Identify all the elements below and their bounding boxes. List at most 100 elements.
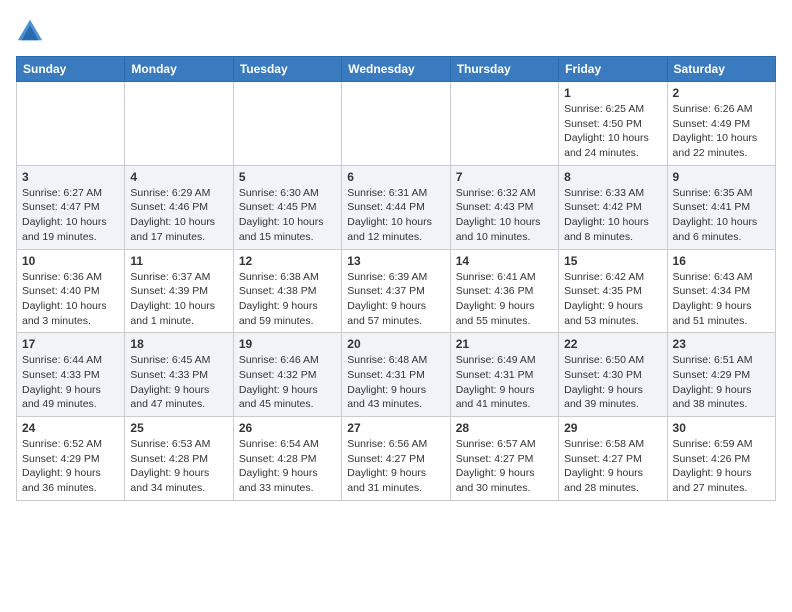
calendar-cell: 15 Sunrise: 6:42 AM Sunset: 4:35 PM Dayli… xyxy=(559,249,667,333)
calendar-cell: 20 Sunrise: 6:48 AM Sunset: 4:31 PM Dayli… xyxy=(342,333,450,417)
day-number: 10 xyxy=(22,254,119,268)
day-number: 20 xyxy=(347,337,444,351)
calendar-cell: 14 Sunrise: 6:41 AM Sunset: 4:36 PM Dayli… xyxy=(450,249,558,333)
day-info: Sunrise: 6:44 AM Sunset: 4:33 PM Dayligh… xyxy=(22,353,119,412)
calendar-cell: 12 Sunrise: 6:38 AM Sunset: 4:38 PM Dayli… xyxy=(233,249,341,333)
calendar-cell: 6 Sunrise: 6:31 AM Sunset: 4:44 PM Daylig… xyxy=(342,165,450,249)
calendar-cell: 19 Sunrise: 6:46 AM Sunset: 4:32 PM Dayli… xyxy=(233,333,341,417)
calendar-cell: 29 Sunrise: 6:58 AM Sunset: 4:27 PM Dayli… xyxy=(559,417,667,501)
day-number: 9 xyxy=(673,170,770,184)
day-number: 30 xyxy=(673,421,770,435)
day-info: Sunrise: 6:48 AM Sunset: 4:31 PM Dayligh… xyxy=(347,353,444,412)
logo-icon xyxy=(16,16,44,44)
day-number: 19 xyxy=(239,337,336,351)
day-number: 8 xyxy=(564,170,661,184)
calendar-cell: 28 Sunrise: 6:57 AM Sunset: 4:27 PM Dayli… xyxy=(450,417,558,501)
day-info: Sunrise: 6:49 AM Sunset: 4:31 PM Dayligh… xyxy=(456,353,553,412)
calendar-cell: 8 Sunrise: 6:33 AM Sunset: 4:42 PM Daylig… xyxy=(559,165,667,249)
weekday-header-thursday: Thursday xyxy=(450,57,558,82)
calendar-cell: 26 Sunrise: 6:54 AM Sunset: 4:28 PM Dayli… xyxy=(233,417,341,501)
calendar-cell: 7 Sunrise: 6:32 AM Sunset: 4:43 PM Daylig… xyxy=(450,165,558,249)
day-info: Sunrise: 6:41 AM Sunset: 4:36 PM Dayligh… xyxy=(456,270,553,329)
calendar-cell: 3 Sunrise: 6:27 AM Sunset: 4:47 PM Daylig… xyxy=(17,165,125,249)
day-number: 4 xyxy=(130,170,227,184)
day-info: Sunrise: 6:42 AM Sunset: 4:35 PM Dayligh… xyxy=(564,270,661,329)
weekday-header-wednesday: Wednesday xyxy=(342,57,450,82)
day-info: Sunrise: 6:58 AM Sunset: 4:27 PM Dayligh… xyxy=(564,437,661,496)
calendar-cell xyxy=(125,82,233,166)
day-info: Sunrise: 6:50 AM Sunset: 4:30 PM Dayligh… xyxy=(564,353,661,412)
day-number: 22 xyxy=(564,337,661,351)
calendar: SundayMondayTuesdayWednesdayThursdayFrid… xyxy=(16,56,776,501)
day-info: Sunrise: 6:39 AM Sunset: 4:37 PM Dayligh… xyxy=(347,270,444,329)
calendar-cell xyxy=(342,82,450,166)
day-info: Sunrise: 6:31 AM Sunset: 4:44 PM Dayligh… xyxy=(347,186,444,245)
day-info: Sunrise: 6:27 AM Sunset: 4:47 PM Dayligh… xyxy=(22,186,119,245)
day-number: 13 xyxy=(347,254,444,268)
day-info: Sunrise: 6:46 AM Sunset: 4:32 PM Dayligh… xyxy=(239,353,336,412)
calendar-cell: 1 Sunrise: 6:25 AM Sunset: 4:50 PM Daylig… xyxy=(559,82,667,166)
day-number: 18 xyxy=(130,337,227,351)
day-number: 26 xyxy=(239,421,336,435)
day-info: Sunrise: 6:38 AM Sunset: 4:38 PM Dayligh… xyxy=(239,270,336,329)
calendar-cell: 27 Sunrise: 6:56 AM Sunset: 4:27 PM Dayli… xyxy=(342,417,450,501)
calendar-cell: 2 Sunrise: 6:26 AM Sunset: 4:49 PM Daylig… xyxy=(667,82,775,166)
weekday-header-tuesday: Tuesday xyxy=(233,57,341,82)
calendar-cell: 24 Sunrise: 6:52 AM Sunset: 4:29 PM Dayli… xyxy=(17,417,125,501)
weekday-header-sunday: Sunday xyxy=(17,57,125,82)
calendar-cell: 18 Sunrise: 6:45 AM Sunset: 4:33 PM Dayli… xyxy=(125,333,233,417)
day-info: Sunrise: 6:45 AM Sunset: 4:33 PM Dayligh… xyxy=(130,353,227,412)
day-info: Sunrise: 6:35 AM Sunset: 4:41 PM Dayligh… xyxy=(673,186,770,245)
calendar-cell xyxy=(233,82,341,166)
calendar-cell: 21 Sunrise: 6:49 AM Sunset: 4:31 PM Dayli… xyxy=(450,333,558,417)
day-number: 21 xyxy=(456,337,553,351)
calendar-cell: 16 Sunrise: 6:43 AM Sunset: 4:34 PM Dayli… xyxy=(667,249,775,333)
page-header xyxy=(16,16,776,44)
day-info: Sunrise: 6:30 AM Sunset: 4:45 PM Dayligh… xyxy=(239,186,336,245)
weekday-header-monday: Monday xyxy=(125,57,233,82)
day-number: 24 xyxy=(22,421,119,435)
calendar-cell: 22 Sunrise: 6:50 AM Sunset: 4:30 PM Dayli… xyxy=(559,333,667,417)
day-number: 11 xyxy=(130,254,227,268)
day-number: 12 xyxy=(239,254,336,268)
day-info: Sunrise: 6:32 AM Sunset: 4:43 PM Dayligh… xyxy=(456,186,553,245)
calendar-cell: 13 Sunrise: 6:39 AM Sunset: 4:37 PM Dayli… xyxy=(342,249,450,333)
day-info: Sunrise: 6:57 AM Sunset: 4:27 PM Dayligh… xyxy=(456,437,553,496)
calendar-cell: 23Sunrise: 6:51 AM Sunset: 4:29 PM Dayli… xyxy=(667,333,775,417)
day-info: Sunrise: 6:43 AM Sunset: 4:34 PM Dayligh… xyxy=(673,270,770,329)
calendar-cell: 17 Sunrise: 6:44 AM Sunset: 4:33 PM Dayli… xyxy=(17,333,125,417)
day-number: 6 xyxy=(347,170,444,184)
day-number: 1 xyxy=(564,86,661,100)
calendar-cell: 11 Sunrise: 6:37 AM Sunset: 4:39 PM Dayli… xyxy=(125,249,233,333)
day-info: Sunrise: 6:33 AM Sunset: 4:42 PM Dayligh… xyxy=(564,186,661,245)
day-info: Sunrise: 6:59 AM Sunset: 4:26 PM Dayligh… xyxy=(673,437,770,496)
day-number: 16 xyxy=(673,254,770,268)
calendar-cell: 25 Sunrise: 6:53 AM Sunset: 4:28 PM Dayli… xyxy=(125,417,233,501)
day-number: 29 xyxy=(564,421,661,435)
day-number: 25 xyxy=(130,421,227,435)
calendar-cell: 30 Sunrise: 6:59 AM Sunset: 4:26 PM Dayli… xyxy=(667,417,775,501)
day-info: Sunrise: 6:29 AM Sunset: 4:46 PM Dayligh… xyxy=(130,186,227,245)
day-info: Sunrise: 6:53 AM Sunset: 4:28 PM Dayligh… xyxy=(130,437,227,496)
calendar-cell: 4 Sunrise: 6:29 AM Sunset: 4:46 PM Daylig… xyxy=(125,165,233,249)
day-info: Sunrise: 6:26 AM Sunset: 4:49 PM Dayligh… xyxy=(673,102,770,161)
day-number: 2 xyxy=(673,86,770,100)
day-info: Sunrise: 6:56 AM Sunset: 4:27 PM Dayligh… xyxy=(347,437,444,496)
weekday-header-friday: Friday xyxy=(559,57,667,82)
calendar-cell: 10Sunrise: 6:36 AM Sunset: 4:40 PM Dayli… xyxy=(17,249,125,333)
day-info: Sunrise: 6:25 AM Sunset: 4:50 PM Dayligh… xyxy=(564,102,661,161)
day-info: Sunrise: 6:37 AM Sunset: 4:39 PM Dayligh… xyxy=(130,270,227,329)
day-info: Sunrise: 6:54 AM Sunset: 4:28 PM Dayligh… xyxy=(239,437,336,496)
day-number: 23 xyxy=(673,337,770,351)
calendar-cell: 5Sunrise: 6:30 AM Sunset: 4:45 PM Daylig… xyxy=(233,165,341,249)
day-number: 3 xyxy=(22,170,119,184)
day-number: 15 xyxy=(564,254,661,268)
day-number: 7 xyxy=(456,170,553,184)
weekday-header-saturday: Saturday xyxy=(667,57,775,82)
day-number: 27 xyxy=(347,421,444,435)
day-number: 17 xyxy=(22,337,119,351)
day-info: Sunrise: 6:52 AM Sunset: 4:29 PM Dayligh… xyxy=(22,437,119,496)
day-number: 14 xyxy=(456,254,553,268)
day-number: 28 xyxy=(456,421,553,435)
calendar-cell: 9 Sunrise: 6:35 AM Sunset: 4:41 PM Daylig… xyxy=(667,165,775,249)
